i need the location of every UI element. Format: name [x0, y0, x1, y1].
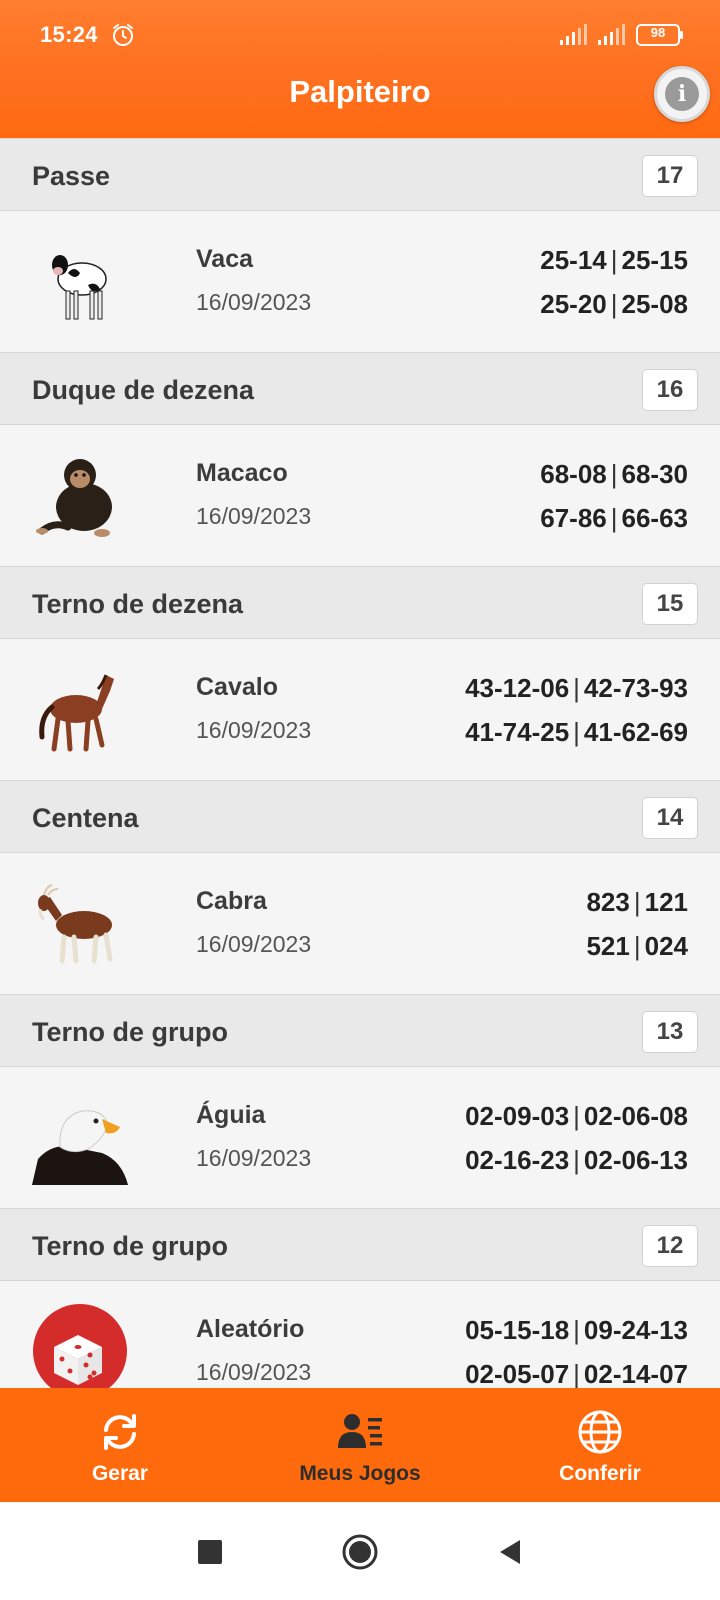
count-badge: 12	[642, 1225, 698, 1267]
section-title: Duque de dezena	[32, 375, 255, 405]
list-item[interactable]: Vaca 16/09/2023 25-14 | 25-15 25-20 | 25-08	[0, 211, 720, 352]
count-badge: 17	[642, 155, 698, 197]
section-title: Centena	[32, 803, 139, 833]
section-title: Terno de grupo	[32, 1231, 228, 1261]
numbers-line: 67-86 | 66-63	[540, 503, 688, 533]
count-badge: 14	[642, 797, 698, 839]
numbers-line: 823 | 121	[586, 887, 688, 917]
animal-name: Águia	[196, 1101, 266, 1129]
nav-item-conferir[interactable]: Conferir	[480, 1388, 720, 1502]
list-item[interactable]: Aleatório 16/09/2023 05-15-18 | 09-24-13 0…	[0, 1281, 720, 1388]
cow-image	[52, 255, 107, 320]
numbers-line: 02-09-03 | 02-06-08	[465, 1101, 688, 1131]
status-bar: 15:24 98	[0, 0, 720, 68]
signal-icon	[598, 24, 625, 45]
numbers-line: 43-12-06 | 42-73-93	[465, 673, 688, 703]
section-header: Terno de dezena 15	[0, 566, 720, 639]
goat-image	[38, 884, 113, 964]
games-list[interactable]: Passe 17 Vaca 16/09/2023 25-14 | 25-15 25-…	[0, 138, 720, 1388]
back-icon[interactable]	[490, 1532, 530, 1572]
section-title: Terno de dezena	[32, 589, 244, 619]
section-title: Passe	[32, 161, 111, 191]
animal-name: Vaca	[196, 245, 254, 273]
alarm-icon	[113, 24, 133, 46]
section-title: Terno de grupo	[32, 1017, 228, 1047]
horse-image	[39, 674, 114, 752]
home-icon[interactable]	[340, 1532, 380, 1572]
animal-name: Aleatório	[196, 1315, 305, 1343]
list-item[interactable]: Cabra 16/09/2023 823 | 121 521 | 024	[0, 853, 720, 994]
section-header: Terno de grupo 12	[0, 1208, 720, 1281]
eagle-image	[32, 1110, 128, 1185]
entry-date: 16/09/2023	[196, 289, 312, 315]
animal-name: Macaco	[196, 459, 288, 487]
nav-label: Gerar	[91, 1462, 149, 1485]
nav-label: Conferir	[559, 1462, 641, 1485]
status-time: 15:24	[40, 22, 98, 47]
animal-name: Cavalo	[196, 673, 278, 701]
numbers-line: 41-74-25 | 41-62-69	[465, 717, 688, 747]
section-header: Passe 17	[0, 138, 720, 211]
count-badge: 15	[642, 583, 698, 625]
entry-date: 16/09/2023	[196, 503, 312, 529]
section-header: Terno de grupo 13	[0, 994, 720, 1067]
list-item[interactable]: Macaco 16/09/2023 68-08 | 68-30 67-86 | 66-6…	[0, 425, 720, 566]
monkey-image	[36, 459, 112, 537]
bottom-nav: Gerar Meus Jogos Conferir	[0, 1388, 720, 1502]
battery-level: 98	[650, 25, 666, 40]
list-item[interactable]: Cavalo 16/09/2023 43-12-06 | 42-73-93 41-7…	[0, 639, 720, 780]
recent-apps-icon[interactable]	[190, 1532, 230, 1572]
system-nav-bar	[0, 1502, 720, 1600]
numbers-line: 521 | 024	[586, 931, 688, 961]
info-button[interactable]: i	[654, 66, 710, 122]
signal-icon	[560, 24, 587, 45]
entry-date: 16/09/2023	[196, 717, 312, 743]
count-badge: 16	[642, 369, 698, 411]
entry-date: 16/09/2023	[196, 931, 312, 957]
nav-item-gerar[interactable]: Gerar	[0, 1388, 240, 1502]
list-item[interactable]: Águia 16/09/2023 02-09-03 | 02-06-08 02-16…	[0, 1067, 720, 1208]
numbers-line: 68-08 | 68-30	[540, 459, 688, 489]
section-header: Centena 14	[0, 780, 720, 853]
numbers-line: 02-05-07 | 02-14-07	[465, 1359, 688, 1388]
user-list-icon	[338, 1414, 382, 1448]
top-bar: 15:24 98 Palpiteiro i	[0, 0, 720, 138]
section-header: Duque de dezena 16	[0, 352, 720, 425]
nav-label: Meus Jogos	[299, 1462, 421, 1485]
entry-date: 16/09/2023	[196, 1145, 312, 1171]
entry-date: 16/09/2023	[196, 1359, 312, 1385]
numbers-line: 25-20 | 25-08	[540, 289, 688, 319]
nav-item-meus-jogos[interactable]: Meus Jogos	[240, 1388, 480, 1502]
numbers-line: 05-15-18 | 09-24-13	[465, 1315, 688, 1345]
info-icon: i	[665, 77, 699, 111]
app-title: Palpiteiro	[289, 74, 431, 109]
animal-name: Cabra	[196, 887, 267, 915]
dice-icon	[33, 1304, 127, 1388]
refresh-icon	[104, 1414, 136, 1450]
globe-icon	[578, 1410, 622, 1454]
count-badge: 13	[642, 1011, 698, 1053]
numbers-line: 02-16-23 | 02-06-13	[465, 1145, 688, 1175]
numbers-line: 25-14 | 25-15	[540, 245, 688, 275]
